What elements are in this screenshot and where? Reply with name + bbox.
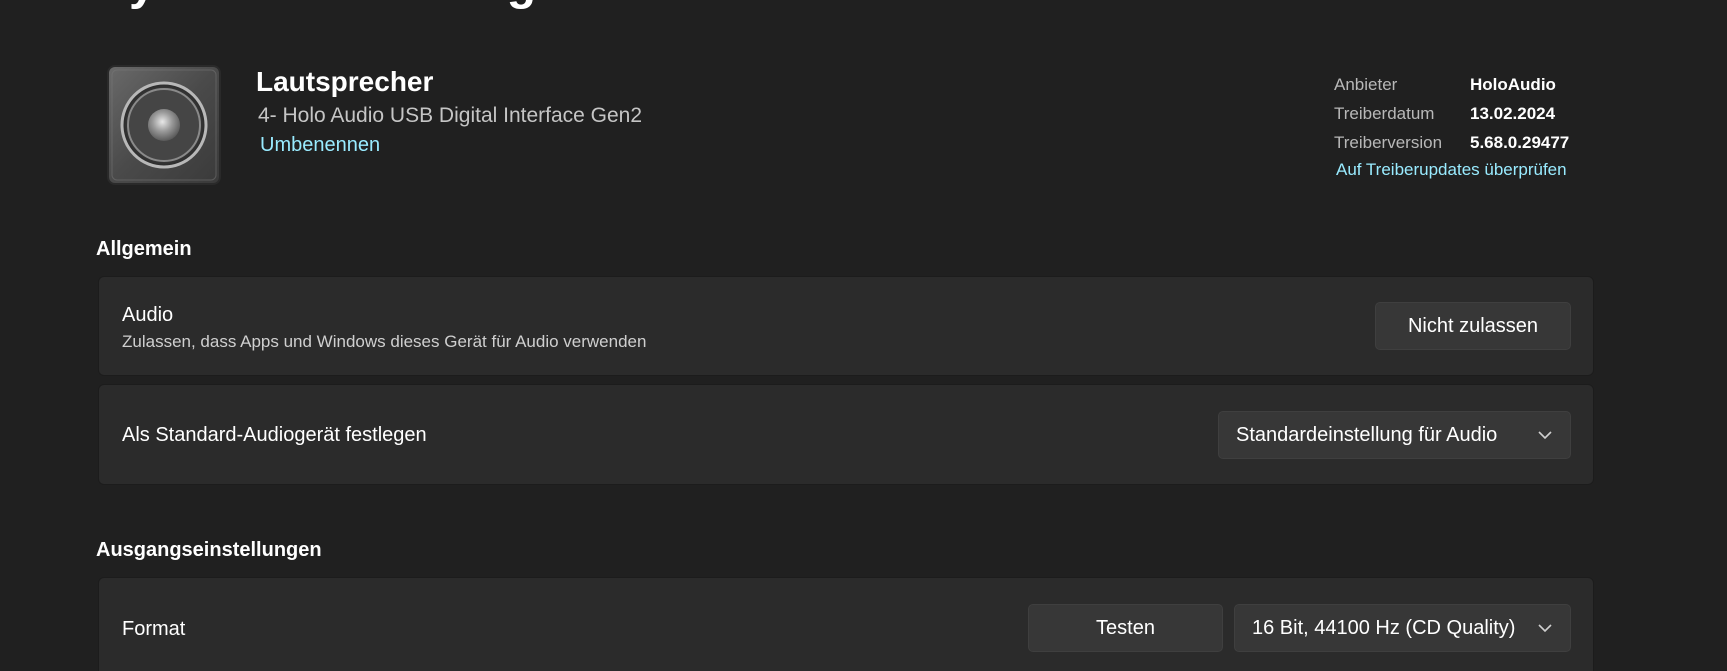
chevron-down-icon (1538, 624, 1552, 633)
page-title: Systemeinstellungen (96, 0, 595, 11)
device-name: Lautsprecher (256, 66, 434, 97)
speaker-icon (106, 64, 222, 186)
format-title: Format (122, 618, 186, 640)
disallow-audio-button[interactable]: Nicht zulassen (1375, 302, 1571, 350)
rename-link[interactable]: Umbenennen (260, 134, 380, 157)
default-device-title: Als Standard-Audiogerät festlegen (122, 424, 427, 446)
driver-value: 13.02.2024 (1470, 103, 1556, 123)
chevron-down-icon (1538, 431, 1552, 440)
driver-label: Treiberdatum (1334, 103, 1435, 123)
driver-row-vendor: Anbieter HoloAudio (1334, 70, 1634, 99)
audio-title: Audio (122, 304, 174, 326)
driver-value: 5.68.0.29477 (1470, 132, 1570, 152)
dropdown-value: 16 Bit, 44100 Hz (CD Quality) (1252, 616, 1516, 639)
audio-description: Zulassen, dass Apps und Windows dieses G… (122, 332, 647, 351)
driver-label: Treiberversion (1334, 132, 1443, 152)
driver-row-version: Treiberversion 5.68.0.29477 (1334, 128, 1634, 157)
audio-card: Audio Zulassen, dass Apps und Windows di… (98, 276, 1594, 376)
dropdown-value: Standardeinstellung für Audio (1236, 423, 1498, 446)
driver-info: Anbieter HoloAudio Treiberdatum 13.02.20… (1334, 70, 1634, 157)
default-device-dropdown[interactable]: Standardeinstellung für Audio (1218, 411, 1571, 459)
check-driver-updates-link[interactable]: Auf Treiberupdates überprüfen (1336, 160, 1567, 180)
format-card: Format Testen 16 Bit, 44100 Hz (CD Quali… (98, 577, 1594, 671)
driver-label: Anbieter (1334, 74, 1398, 94)
default-device-card: Als Standard-Audiogerät festlegen Standa… (98, 384, 1594, 485)
format-dropdown[interactable]: 16 Bit, 44100 Hz (CD Quality) (1234, 604, 1571, 652)
section-title-general: Allgemein (96, 238, 192, 260)
section-title-output: Ausgangseinstellungen (96, 539, 322, 561)
driver-row-date: Treiberdatum 13.02.2024 (1334, 99, 1634, 128)
driver-value: HoloAudio (1470, 74, 1556, 94)
settings-page: Systemeinstellungen (0, 0, 1727, 671)
test-button[interactable]: Testen (1028, 604, 1223, 652)
device-subtitle: 4- Holo Audio USB Digital Interface Gen2 (258, 104, 643, 127)
